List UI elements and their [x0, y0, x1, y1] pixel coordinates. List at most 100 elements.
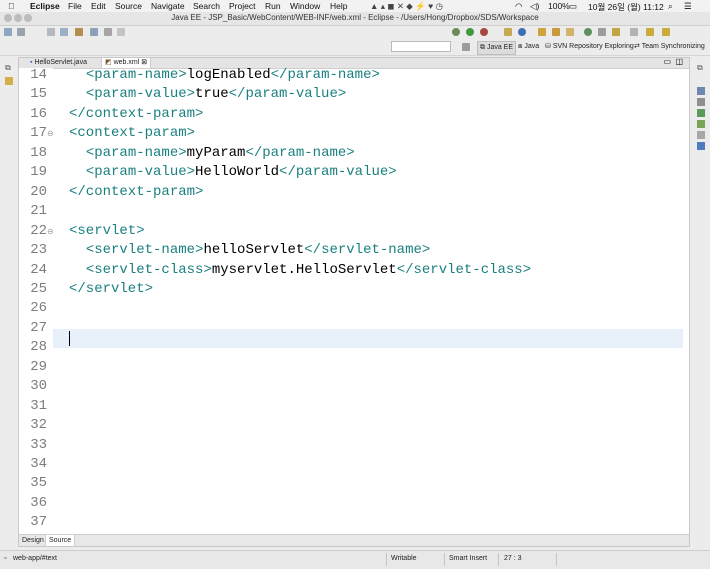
window-title: Java EE - JSP_Basic/WebContent/WEB-INF/w… — [171, 13, 539, 22]
status-icons[interactable]: ▲ ▴ ◼ ✕ ◆ ⚡ ♥ ◷ — [370, 1, 443, 12]
properties-icon[interactable] — [697, 131, 705, 139]
line-number: 28 — [30, 339, 47, 356]
right-trim-stack: ⧉ — [692, 57, 710, 547]
quick-access-input[interactable] — [391, 41, 451, 52]
debug-icon[interactable] — [452, 28, 460, 36]
palette-icon[interactable] — [697, 109, 705, 117]
save-icon[interactable] — [17, 28, 25, 36]
perspective-svn[interactable]: ⛁ SVN Repository Exploring — [545, 41, 634, 53]
text-caret — [69, 331, 70, 346]
wifi-icon[interactable]: ◠ — [515, 1, 522, 12]
restore-icon[interactable]: ⧉ — [5, 63, 11, 73]
code-line: <servlet> — [69, 223, 145, 239]
battery-text[interactable]: 100% — [548, 1, 570, 11]
line-number: 30 — [30, 378, 47, 395]
menu-edit[interactable]: Edit — [91, 1, 106, 11]
menu-search[interactable]: Search — [193, 1, 220, 11]
xml-tag: <param-value> — [85, 164, 196, 181]
menu-window[interactable]: Window — [290, 1, 320, 11]
save-all-icon[interactable] — [47, 28, 55, 36]
new-package-icon[interactable] — [518, 28, 526, 36]
perspective-label: SVN Repository Exploring — [552, 43, 634, 50]
xml-file-icon: ◩ — [105, 59, 112, 66]
project-explorer-icon[interactable] — [5, 77, 13, 85]
next-annotation-icon[interactable] — [630, 28, 638, 36]
toggle-icon[interactable] — [90, 28, 98, 36]
apple-icon[interactable]:  — [8, 1, 14, 11]
line-number: 21 — [30, 203, 47, 220]
run-icon[interactable] — [466, 28, 474, 36]
outline-icon[interactable] — [697, 87, 705, 95]
new-icon[interactable] — [4, 28, 12, 36]
close-tab-icon[interactable]: ⊠ — [141, 59, 147, 66]
xml-text: helloServlet — [203, 242, 305, 259]
line-number: 31 — [30, 397, 47, 414]
maximize-editor-icon[interactable]: ◫ — [675, 57, 683, 66]
line-number: 20 — [30, 183, 47, 200]
java-ee-icon: ⧉ — [480, 44, 485, 51]
run-external-icon[interactable] — [480, 28, 488, 36]
search-toolbar-icon[interactable] — [598, 28, 606, 36]
xml-text: logEnabled — [186, 68, 271, 83]
code-area[interactable]: <param-name>logEnabled</param-name> <par… — [53, 68, 689, 535]
xml-tag: </param-value> — [228, 86, 347, 103]
team-sync-icon: ⇄ — [634, 43, 640, 50]
status-path: web-app/#text — [13, 555, 57, 562]
perspective-java[interactable]: ⧈ Java — [518, 41, 539, 53]
print-icon[interactable] — [60, 28, 68, 36]
line-number: 25 — [30, 280, 47, 297]
spotlight-icon[interactable]: ⌕ — [668, 1, 673, 12]
annotation-icon[interactable] — [612, 28, 620, 36]
status-writable: Writable — [391, 555, 417, 562]
globe-icon[interactable] — [584, 28, 592, 36]
task-list-icon[interactable] — [697, 98, 705, 106]
back-icon[interactable] — [646, 28, 654, 36]
xml-tag: <servlet> — [69, 222, 145, 239]
menu-navigate[interactable]: Navigate — [151, 1, 185, 11]
perspective-toolbar: ⧉ Java EE ⧈ Java ⛁ SVN Repository Explor… — [0, 38, 710, 56]
volume-icon[interactable]: ◁) — [530, 1, 539, 12]
menu-file[interactable]: File — [68, 1, 82, 11]
servers-icon[interactable] — [697, 142, 705, 150]
tab-label: HelloServlet.java — [34, 59, 87, 66]
snippets-icon[interactable] — [697, 120, 705, 128]
line-number: 33 — [30, 436, 47, 453]
minimize-editor-icon[interactable]: ▭ — [663, 57, 671, 66]
line-number: 24 — [30, 261, 47, 278]
task-icon[interactable] — [566, 28, 574, 36]
status-insert-mode: Smart Insert — [449, 555, 488, 562]
code-line: </context-param> — [69, 184, 203, 200]
code-line: <param-name>logEnabled</param-name> — [69, 68, 380, 83]
perspective-java-ee[interactable]: ⧉ Java EE — [477, 41, 517, 55]
menu-help[interactable]: Help — [330, 1, 347, 11]
open-folder-icon[interactable] — [552, 28, 560, 36]
tab-source[interactable]: Source — [45, 535, 76, 546]
menu-app-name[interactable]: Eclipse — [30, 1, 60, 11]
notification-icon[interactable]: ☰ — [684, 1, 692, 12]
restore-right-icon[interactable]: ⧉ — [697, 63, 703, 73]
line-number: 29 — [30, 358, 47, 375]
server-icon[interactable] — [75, 28, 83, 36]
battery-icon[interactable]: ▭ — [569, 1, 577, 12]
menu-source[interactable]: Source — [115, 1, 142, 11]
tab-web-xml[interactable]: ◩ web.xml ⊠ — [101, 58, 152, 68]
open-perspective-icon[interactable] — [462, 43, 470, 51]
line-number: 19 — [30, 164, 47, 181]
menu-run[interactable]: Run — [265, 1, 281, 11]
line-number: 18 — [30, 144, 47, 161]
forward-icon[interactable] — [662, 28, 670, 36]
menu-project[interactable]: Project — [229, 1, 255, 11]
code-line: <context-param> — [69, 125, 195, 141]
svn-icon: ⛁ — [545, 43, 551, 50]
code-line: <param-value>true</param-value> — [69, 86, 346, 102]
perspective-team[interactable]: ⇄ Team Synchronizing — [634, 41, 705, 53]
step-icon[interactable] — [117, 28, 125, 36]
line-number-gutter: 14 15 16 17 ⊖ 18 19 20 21 22 ⊖ 23 24 25 26 27 28 29 30 31 32… — [19, 67, 54, 535]
tab-design[interactable]: Design — [19, 535, 47, 546]
mark-icon[interactable] — [104, 28, 112, 36]
xml-tag: </param-name> — [270, 68, 380, 83]
java-file-icon: ▪ — [30, 59, 33, 66]
open-type-icon[interactable] — [538, 28, 546, 36]
new-class-icon[interactable] — [504, 28, 512, 36]
